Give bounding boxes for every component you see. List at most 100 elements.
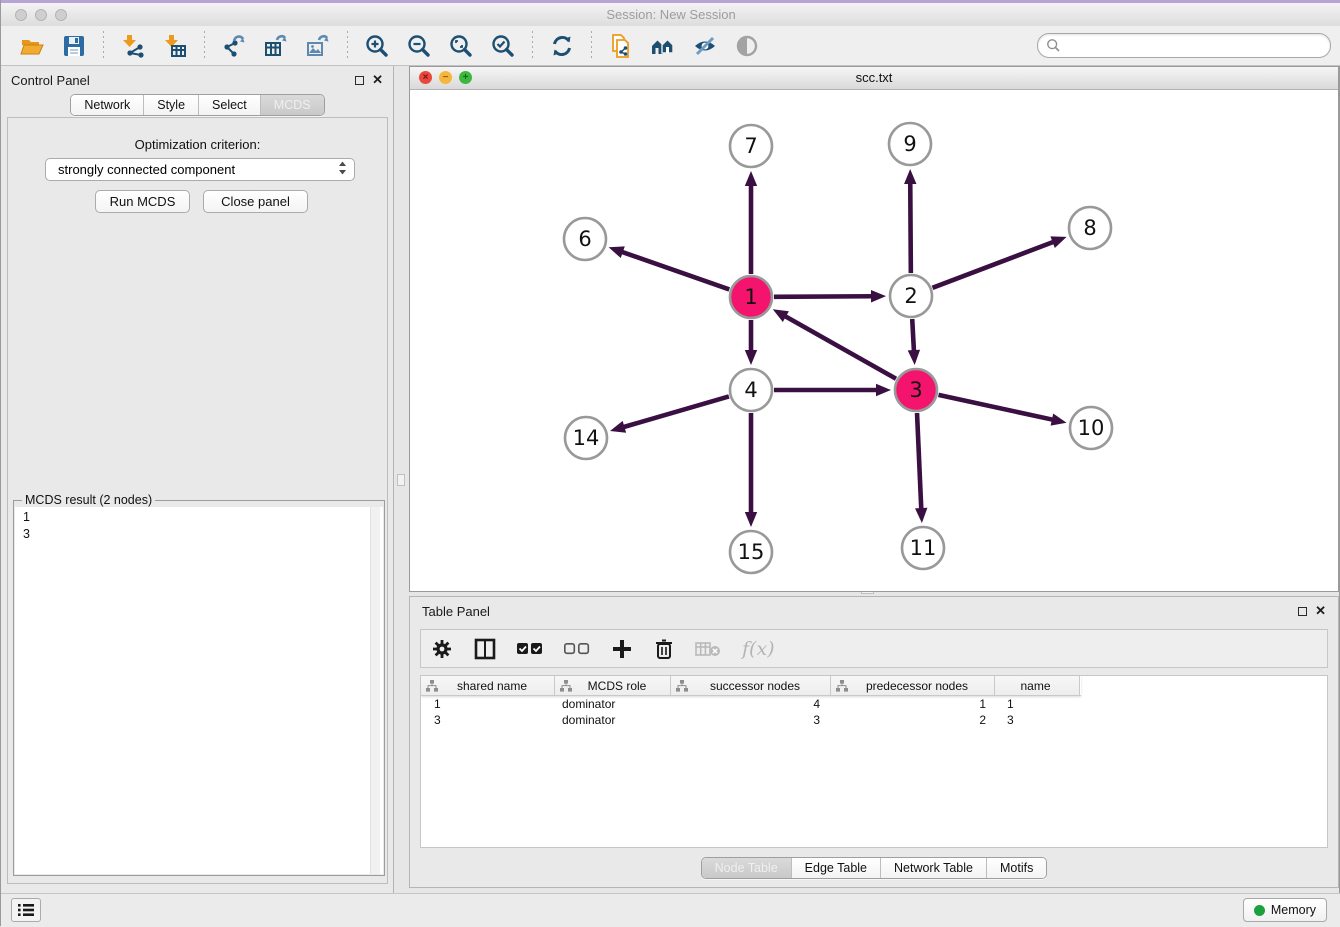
settings-gear-icon[interactable] (431, 636, 453, 662)
graph-edge-arrowhead (609, 246, 625, 258)
graph-edge-1-6[interactable] (621, 252, 729, 290)
close-traffic-light[interactable] (15, 9, 27, 21)
zoom-out-icon[interactable] (404, 31, 434, 61)
add-column-icon[interactable] (611, 636, 633, 662)
vertical-splitter-handle[interactable] (397, 474, 405, 486)
graph-edge-3-10[interactable] (938, 395, 1053, 420)
graph-edge-arrowhead (745, 512, 757, 527)
node-table: shared name MCDS role successor nodes pr… (420, 675, 1328, 848)
mcds-result-list[interactable]: 1 3 (15, 507, 383, 874)
deselect-all-icon[interactable] (564, 636, 590, 662)
float-table-panel-icon[interactable] (1298, 607, 1307, 616)
graph-edge-1-2[interactable] (774, 296, 873, 297)
task-history-button[interactable] (11, 898, 41, 922)
minimize-traffic-light[interactable] (35, 9, 47, 21)
graph-edge-arrowhead (610, 421, 626, 433)
column-header-successor-nodes[interactable]: successor nodes (671, 676, 831, 695)
run-mcds-button[interactable]: Run MCDS (95, 190, 190, 213)
graph-node-label: 7 (744, 134, 757, 158)
select-stepper-icon (338, 161, 347, 178)
optimization-criterion-label: Optimization criterion: (1, 137, 394, 152)
tab-node-table[interactable]: Node Table (702, 858, 791, 878)
export-image-icon[interactable] (303, 31, 333, 61)
delete-column-icon[interactable] (654, 636, 674, 662)
graph-edge-arrowhead (1050, 236, 1066, 248)
close-panel-button[interactable]: Close panel (203, 190, 308, 213)
graph-edge-2-8[interactable] (933, 241, 1055, 287)
import-table-icon[interactable] (160, 31, 190, 61)
table-panel: Table Panel ✕ f(x) (409, 596, 1339, 888)
column-layout-icon[interactable] (474, 636, 496, 662)
graph-edge-arrowhead (904, 169, 916, 184)
tab-edge-table[interactable]: Edge Table (791, 858, 880, 878)
first-neighbors-icon[interactable] (648, 31, 678, 61)
zoom-traffic-light[interactable] (55, 9, 67, 21)
network-view-titlebar[interactable]: × − + scc.txt (410, 67, 1338, 90)
graph-node-label: 2 (904, 284, 917, 308)
graph-edge-3-11[interactable] (917, 413, 921, 510)
export-network-icon[interactable] (219, 31, 249, 61)
zoom-selected-icon[interactable] (488, 31, 518, 61)
tab-network-table[interactable]: Network Table (880, 858, 986, 878)
graph-edge-arrowhead (745, 171, 757, 186)
network-view-window: × − + scc.txt 7968124314101511 (409, 66, 1339, 592)
network-minimize-icon[interactable]: − (439, 71, 452, 84)
tab-style[interactable]: Style (143, 95, 198, 115)
mcds-result-title: MCDS result (2 nodes) (22, 493, 155, 507)
memory-label: Memory (1271, 903, 1316, 917)
show-all-icon[interactable] (732, 31, 762, 61)
zoom-fit-icon[interactable] (446, 31, 476, 61)
tab-motifs[interactable]: Motifs (986, 858, 1046, 878)
table-row[interactable]: 3 dominator 3 2 3 (421, 712, 1327, 728)
zoom-in-icon[interactable] (362, 31, 392, 61)
save-session-icon[interactable] (59, 31, 89, 61)
close-panel-icon[interactable]: ✕ (372, 75, 383, 85)
network-view-title: scc.txt (410, 67, 1338, 89)
optimization-criterion-select[interactable]: strongly connected component (45, 158, 355, 181)
table-panel-title: Table Panel (422, 604, 490, 619)
column-header-mcds-role[interactable]: MCDS role (555, 676, 671, 695)
result-scrollbar[interactable] (370, 507, 380, 874)
graph-edge-3-1[interactable] (784, 316, 896, 379)
tab-mcds[interactable]: MCDS (260, 95, 324, 115)
selected-option: strongly connected component (58, 162, 235, 177)
open-session-icon[interactable] (17, 31, 47, 61)
toolbar-separator (103, 31, 104, 61)
graph-edge-2-3[interactable] (912, 319, 914, 352)
column-header-shared-name[interactable]: shared name (421, 676, 555, 695)
select-all-icon[interactable] (517, 636, 543, 662)
window-title: Session: New Session (1, 3, 1340, 26)
hide-selected-icon[interactable] (690, 31, 720, 61)
table-row[interactable]: 1 dominator 4 1 1 (421, 696, 1327, 712)
network-canvas[interactable]: 7968124314101511 (410, 90, 1338, 592)
apply-layout-icon[interactable] (547, 31, 577, 61)
graph-edge-arrowhead (745, 350, 757, 365)
result-item[interactable]: 3 (23, 526, 383, 543)
import-network-icon[interactable] (118, 31, 148, 61)
graph-edge-4-14[interactable] (622, 396, 728, 427)
graph-edge-arrowhead (1051, 413, 1067, 425)
memory-status-dot (1254, 905, 1265, 916)
graph-edge-arrowhead (876, 384, 891, 396)
result-item[interactable]: 1 (23, 509, 383, 526)
column-header-predecessor-nodes[interactable]: predecessor nodes (831, 676, 995, 695)
graph-node-label: 8 (1083, 216, 1096, 240)
control-panel-title: Control Panel (11, 73, 90, 88)
tab-select[interactable]: Select (198, 95, 260, 115)
function-builder-icon: f(x) (742, 636, 775, 662)
memory-button[interactable]: Memory (1243, 898, 1327, 922)
graph-edge-2-9[interactable] (910, 182, 911, 273)
export-table-icon[interactable] (261, 31, 291, 61)
column-type-icon (836, 680, 848, 692)
tab-network[interactable]: Network (71, 95, 143, 115)
graph-node-label: 9 (903, 132, 916, 156)
search-field[interactable] (1037, 33, 1331, 58)
network-close-icon[interactable]: × (419, 71, 432, 84)
duplicate-network-icon[interactable] (606, 31, 636, 61)
column-type-icon (560, 680, 572, 692)
column-header-name[interactable]: name (995, 676, 1080, 695)
close-table-panel-icon[interactable]: ✕ (1315, 606, 1326, 616)
float-panel-icon[interactable] (355, 76, 364, 85)
search-input[interactable] (1061, 37, 1330, 55)
network-zoom-icon[interactable]: + (459, 71, 472, 84)
